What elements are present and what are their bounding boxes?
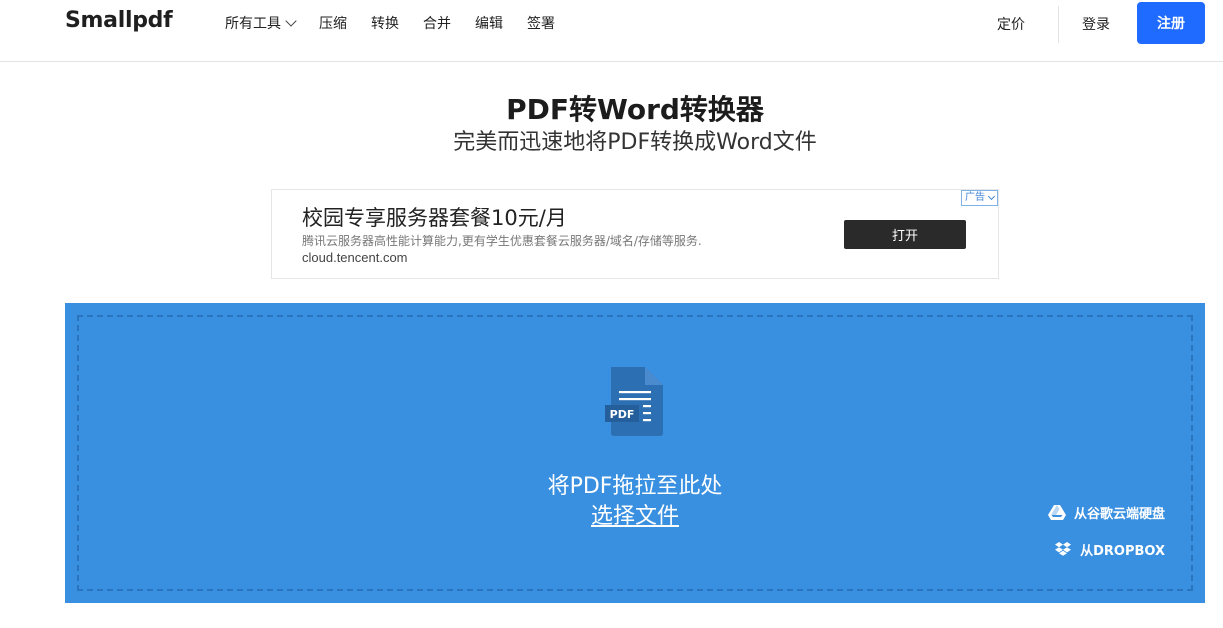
nav-merge[interactable]: 合并	[423, 13, 451, 33]
choose-file-link[interactable]: 选择文件	[591, 504, 679, 529]
signup-button[interactable]: 注册	[1137, 2, 1205, 44]
dropbox-icon	[1055, 541, 1072, 556]
page-subtitle: 完美而迅速地将PDF转换成Word文件	[453, 130, 817, 155]
pdf-file-icon: PDF	[605, 363, 667, 444]
pdf-icon-label: PDF	[610, 408, 635, 421]
ad-open-button[interactable]: 打开	[844, 220, 966, 249]
ad-badge[interactable]: 广告	[961, 190, 998, 206]
nav-convert[interactable]: 转换	[371, 13, 399, 33]
top-header: Smallpdf 所有工具 压缩 转换 合并 编辑 签署 定价 登录 注册	[0, 0, 1223, 62]
header-divider	[1058, 6, 1059, 43]
ad-url[interactable]: cloud.tencent.com	[302, 250, 408, 265]
dropbox-button[interactable]: 从DROPBOX	[1054, 540, 1165, 559]
logo[interactable]: Smallpdf	[65, 8, 173, 33]
dropbox-label: 从DROPBOX	[1080, 544, 1165, 559]
nav-sign[interactable]: 签署	[527, 13, 555, 33]
main-nav: 所有工具 压缩 转换 合并 编辑 签署	[225, 13, 579, 33]
nav-compress[interactable]: 压缩	[319, 13, 347, 33]
choose-file-wrapper: 选择文件	[65, 498, 1205, 530]
drop-instruction: 将PDF拖拉至此处	[547, 474, 723, 499]
google-drive-button[interactable]: 从谷歌云端硬盘	[1047, 503, 1165, 522]
nav-all-tools[interactable]: 所有工具	[225, 13, 297, 33]
ad-title[interactable]: 校园专享服务器套餐10元/月	[302, 202, 567, 232]
ad-badge-label: 广告	[965, 192, 985, 203]
chevron-down-icon	[987, 192, 996, 201]
nav-edit[interactable]: 编辑	[475, 13, 503, 33]
google-drive-label: 从谷歌云端硬盘	[1073, 507, 1165, 522]
dropzone-dashed-border	[77, 315, 1193, 591]
upload-dropzone[interactable]: PDF 将PDF拖拉至此处 选择文件 从谷歌云端硬盘 从DROPBOX	[65, 303, 1205, 603]
page-title: PDF转Word转换器	[506, 93, 764, 126]
pricing-link[interactable]: 定价	[997, 14, 1025, 34]
google-drive-icon	[1047, 504, 1066, 520]
nav-all-tools-label: 所有工具	[225, 16, 281, 32]
ad-banner[interactable]: 广告 校园专享服务器套餐10元/月 腾讯云服务器高性能计算能力,更有学生优惠套餐…	[271, 189, 999, 279]
ad-description: 腾讯云服务器高性能计算能力,更有学生优惠套餐云服务器/域名/存储等服务.	[302, 234, 702, 248]
chevron-down-icon	[285, 15, 297, 27]
login-link[interactable]: 登录	[1082, 14, 1110, 34]
